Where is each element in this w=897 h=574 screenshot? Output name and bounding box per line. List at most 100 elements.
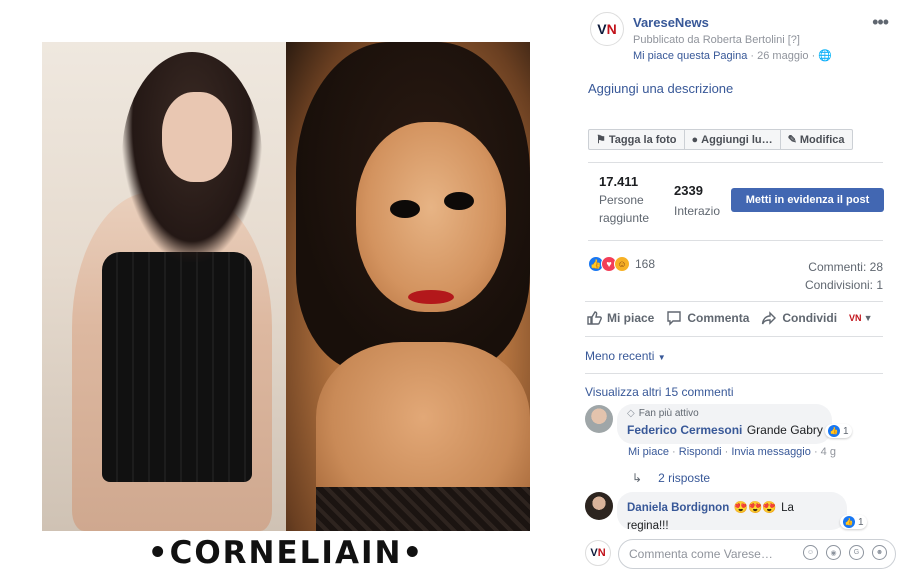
divider	[585, 336, 883, 337]
globe-icon: 🌐	[818, 50, 832, 62]
view-replies-link[interactable]: ↳ 2 risposte	[632, 471, 710, 485]
comment-reaction-count: 1	[858, 516, 864, 528]
emoji-icon[interactable]: ☺	[803, 545, 818, 560]
logo-n: N	[606, 21, 617, 37]
caret-down-icon: ▼	[657, 353, 666, 362]
page-name-link[interactable]: VareseNews	[633, 15, 709, 30]
photo-face	[162, 92, 232, 182]
composer-icons: ☺ ◉ G ☻	[803, 545, 887, 560]
more-options-icon[interactable]: •••	[872, 12, 889, 33]
page-avatar[interactable]: VN	[590, 12, 624, 46]
post-sidebar: VN VareseNews Pubblicato da Roberta Bert…	[572, 0, 897, 574]
post-meta-row: Mi piace questa Pagina · 26 maggio · 🌐	[633, 49, 832, 62]
comment-reply-link[interactable]: Rispondi	[679, 446, 722, 458]
logo-v: V	[597, 21, 607, 37]
reach-label-line1: Persone	[599, 193, 644, 207]
pencil-icon: ✎	[787, 134, 797, 146]
page-switch-label: VN	[849, 313, 862, 323]
comment-reactions[interactable]: 👍 1	[840, 515, 867, 529]
comment-sort-dropdown[interactable]: Meno recenti ▼	[585, 349, 666, 363]
thumbs-up-icon	[587, 311, 602, 325]
photo-right-panel	[286, 42, 530, 531]
photo-corset	[102, 252, 252, 482]
page-avatar-small: VN	[585, 540, 611, 566]
comment-content: Federico Cermesoni Grande Gabry	[627, 421, 823, 439]
sort-label: Meno recenti	[585, 349, 655, 363]
view-more-comments-link[interactable]: Visualizza altri 15 commenti	[585, 385, 734, 399]
comment-placeholder: Commenta come Varese…	[629, 547, 773, 561]
like-reaction-icon: 👍	[828, 425, 840, 437]
reaction-count: 168	[635, 257, 656, 271]
comment-label: Commenta	[687, 311, 750, 325]
post-actions: Mi piace Commenta Condividi VN ▼	[586, 310, 884, 326]
top-fan-badge: ◇ Fan più attivo	[627, 408, 822, 419]
divider	[588, 162, 883, 163]
avatar[interactable]	[585, 405, 613, 433]
share-icon	[762, 311, 777, 325]
top-fan-label: Fan più attivo	[638, 408, 699, 419]
edit-label: Modifica	[799, 133, 845, 146]
interactions-stat: 2339 Interazio	[674, 183, 720, 220]
boost-post-button[interactable]: Metti in evidenza il post	[731, 188, 884, 212]
photo-eye-left	[390, 200, 420, 218]
comment-like-link[interactable]: Mi piace	[628, 446, 669, 458]
separator: ·	[672, 446, 679, 458]
replies-label: 2 risposte	[658, 471, 711, 485]
send-message-link[interactable]: Invia messaggio	[731, 446, 811, 458]
interactions-label: Interazio	[674, 204, 721, 218]
location-pin-icon: ●	[691, 133, 699, 146]
photo-lips	[408, 290, 454, 304]
add-description-link[interactable]: Aggiungi una descrizione	[588, 81, 733, 96]
comment-author-link[interactable]: Daniela Bordignon	[627, 502, 729, 514]
reactions-summary[interactable]: 👍 ♥ ☺ 168	[588, 256, 655, 272]
like-label: Mi piace	[607, 311, 655, 325]
comments-count-link[interactable]: Commenti: 28	[805, 258, 883, 276]
like-button[interactable]: Mi piace	[586, 310, 654, 326]
photo-lace	[316, 487, 530, 531]
divider	[588, 240, 883, 241]
shares-count-link[interactable]: Condivisioni: 1	[805, 276, 883, 294]
share-label: Condividi	[782, 311, 838, 325]
reply-arrow-icon: ↳	[632, 471, 643, 485]
photo-face-right	[356, 122, 506, 312]
avatar[interactable]	[585, 492, 613, 520]
tag-photo-button[interactable]: ⚑ Tagga la foto	[589, 130, 685, 149]
add-location-button[interactable]: ● Aggiungi lu…	[685, 130, 781, 149]
share-button[interactable]: Condividi	[761, 310, 837, 326]
comment-meta: Mi piace · Rispondi · Invia messaggio · …	[628, 446, 836, 458]
comment-bubble: ◇ Fan più attivo Federico Cermesoni Gran…	[617, 404, 832, 444]
comment-time[interactable]: 4 g	[821, 446, 836, 458]
comment-text: Grande Gabry	[746, 423, 823, 437]
like-page-link[interactable]: Mi piace questa Pagina	[633, 50, 747, 62]
sticker-icon[interactable]: ☻	[872, 545, 887, 560]
divider	[585, 301, 883, 302]
like-reaction-icon: 👍	[843, 516, 855, 528]
reach-stat: 17.411 Persone raggiunte	[599, 174, 649, 227]
caret-down-icon: ▼	[863, 313, 873, 323]
diamond-icon: ◇	[627, 408, 635, 419]
edit-button[interactable]: ✎ Modifica	[781, 130, 852, 149]
comment-emoji: 😍😍😍	[733, 502, 777, 514]
divider	[585, 373, 883, 374]
reach-value: 17.411	[599, 174, 639, 189]
comment-button[interactable]: Commenta	[666, 310, 749, 326]
tag-photo-label: Tagga la foto	[608, 133, 677, 146]
comment-reactions[interactable]: 👍 1	[825, 424, 852, 438]
camera-icon[interactable]: ◉	[826, 545, 841, 560]
post-header: VN VareseNews Pubblicato da Roberta Bert…	[590, 12, 890, 68]
post-photo[interactable]	[42, 42, 530, 531]
comment-author-link[interactable]: Federico Cermesoni	[627, 423, 742, 437]
logo-v: V	[590, 547, 598, 559]
logo-n: N	[597, 547, 606, 559]
photo-viewer: •CORNELIAIN•	[0, 0, 572, 574]
gif-icon[interactable]: G	[849, 545, 864, 560]
care-reaction-icon: ☺	[614, 256, 630, 272]
published-by: Pubblicato da Roberta Bertolini [?]	[633, 34, 800, 46]
comment-reaction-count: 1	[843, 425, 849, 437]
interactions-value: 2339	[674, 183, 703, 198]
photo-eye-right	[444, 192, 474, 210]
page-switch-dropdown[interactable]: VN ▼	[849, 313, 872, 323]
photo-left-panel	[42, 42, 286, 531]
comment-bubble: Daniela Bordignon 😍😍😍 La regina!!!	[617, 492, 847, 532]
post-date[interactable]: · 26 maggio ·	[750, 50, 815, 62]
